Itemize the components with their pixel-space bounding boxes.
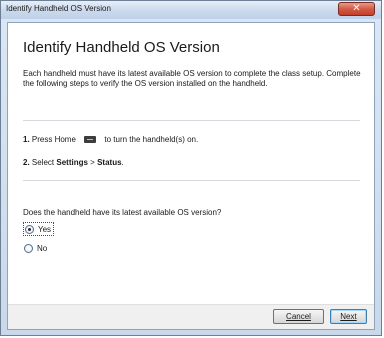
step-number: 1.	[23, 135, 30, 144]
radio-label: Yes	[38, 224, 52, 234]
radio-checked-icon[interactable]	[25, 224, 34, 234]
dialog-window: Identify Handheld OS Version ✕ Identify …	[0, 0, 382, 336]
cancel-button[interactable]: Cancel	[273, 309, 324, 324]
step-period: .	[121, 158, 124, 167]
step-text: Press Home	[31, 135, 76, 144]
menu-separator: >	[90, 158, 95, 167]
radio-yes[interactable]: Yes	[23, 222, 55, 236]
page-title: Identify Handheld OS Version	[23, 39, 220, 56]
divider	[23, 120, 360, 121]
title-bar[interactable]: Identify Handheld OS Version ✕	[1, 1, 381, 19]
button-bar: Cancel Next	[8, 304, 374, 329]
step-number: 2.	[23, 158, 30, 167]
cancel-label: Cancel	[286, 312, 311, 321]
step-2: 2. Select Settings > Status.	[23, 158, 124, 167]
step-text: to turn the handheld(s) on.	[104, 135, 199, 144]
question-text: Does the handheld have its latest availa…	[23, 208, 222, 217]
menu-status: Status	[97, 158, 122, 167]
next-label: Next	[340, 312, 357, 321]
step-1: 1. Press Home to turn the handheld(s) on…	[23, 135, 198, 144]
home-key-icon	[84, 136, 97, 143]
intro-text: Each handheld must have its latest avail…	[23, 69, 361, 88]
radio-no[interactable]: No	[24, 242, 47, 254]
divider	[23, 180, 360, 181]
next-button[interactable]: Next	[330, 309, 367, 324]
step-text: Select	[31, 158, 55, 167]
window-title: Identify Handheld OS Version	[6, 4, 111, 13]
close-icon: ✕	[352, 3, 361, 14]
close-button[interactable]: ✕	[338, 2, 375, 16]
radio-label: No	[37, 243, 48, 253]
menu-settings: Settings	[56, 158, 88, 167]
radio-unchecked-icon[interactable]	[24, 243, 33, 253]
dialog-content: Identify Handheld OS Version Each handhe…	[7, 22, 375, 330]
